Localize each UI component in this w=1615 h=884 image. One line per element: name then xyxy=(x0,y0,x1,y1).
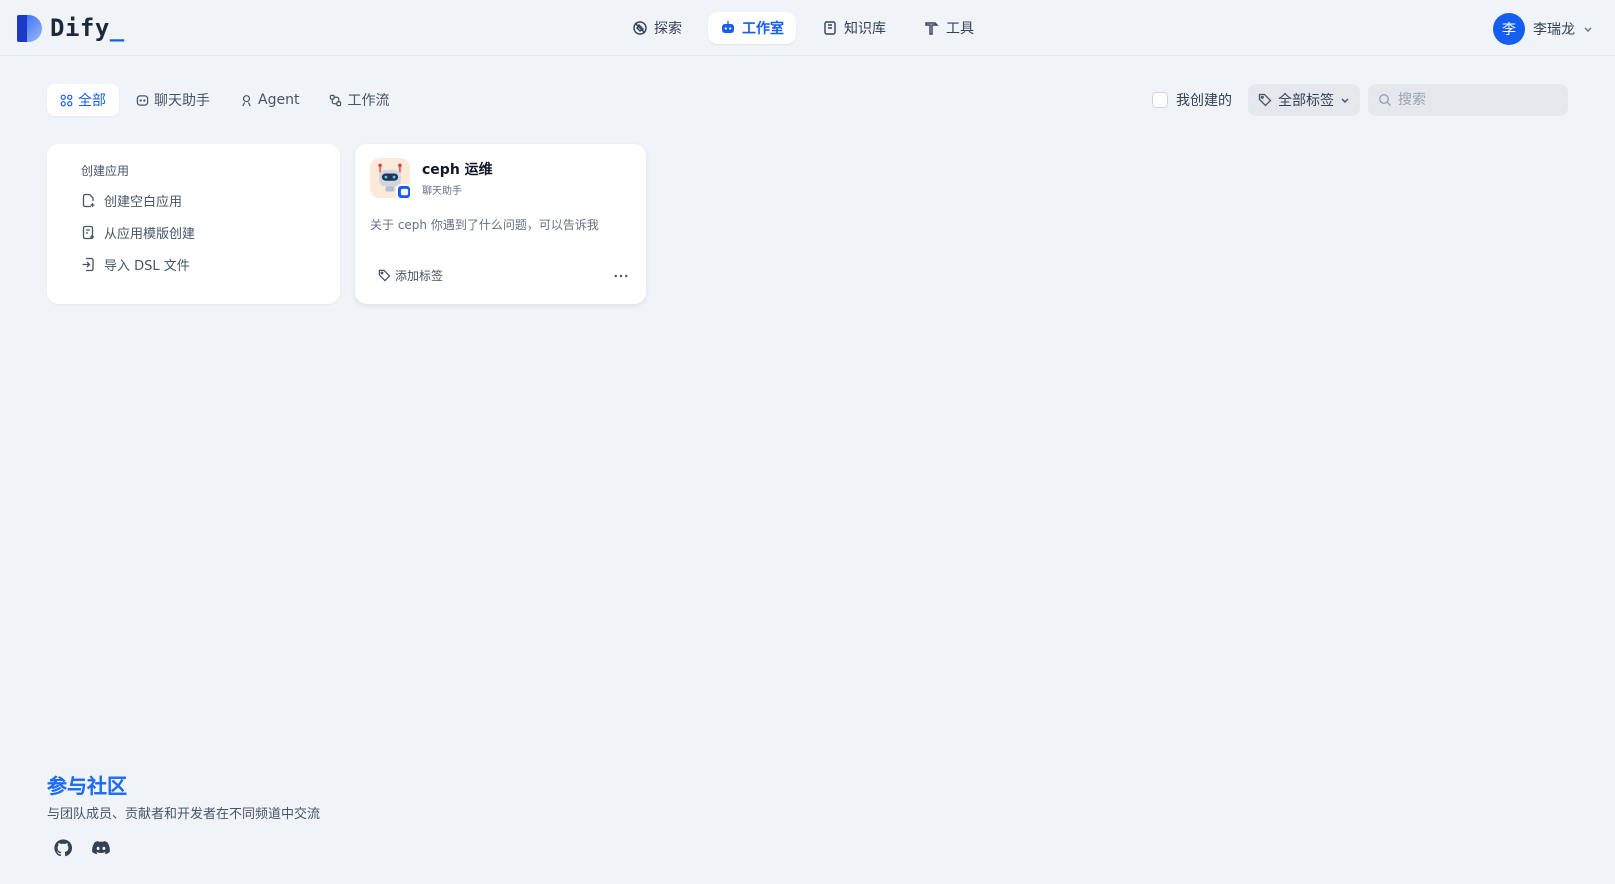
agent-icon xyxy=(242,94,251,106)
app-robot-icon xyxy=(370,158,412,200)
create-blank-app-button[interactable]: 创建空白应用 xyxy=(81,189,340,211)
tab-workflow[interactable]: 工作流 xyxy=(316,84,402,116)
chat-icon xyxy=(136,94,149,106)
add-tag-label: 添加标签 xyxy=(395,269,444,283)
nav-explore-label: 探索 xyxy=(654,21,682,37)
main-nav: 探索 工作室 知识库 工具 xyxy=(620,12,986,44)
search-box[interactable] xyxy=(1368,84,1568,116)
nav-tools[interactable]: 工具 xyxy=(912,12,986,44)
search-input[interactable] xyxy=(1398,92,1558,108)
chat-badge-icon xyxy=(396,184,412,200)
add-tag-button[interactable]: 添加标签 xyxy=(378,267,443,284)
chevron-down-icon xyxy=(1584,27,1592,32)
tag-filter-dropdown[interactable]: 全部标签 xyxy=(1248,84,1360,116)
tab-all[interactable]: 全部 xyxy=(47,84,119,116)
app-name: ceph 运维 xyxy=(422,162,493,178)
footer-title: 参与社区 xyxy=(47,770,320,799)
top-header: Dify_ 探索 工作室 知识库 工具 李 李瑞龙 xyxy=(0,0,1615,56)
create-blank-app-label: 创建空白应用 xyxy=(104,194,183,210)
create-from-template-label: 从应用模版创建 xyxy=(104,226,196,242)
import-dsl-label: 导入 DSL 文件 xyxy=(104,258,190,274)
tab-chat-assistant[interactable]: 聊天助手 xyxy=(123,84,223,116)
footer-subtitle: 与团队成员、贡献者和开发者在不同频道中交流 xyxy=(47,807,321,822)
footer-links xyxy=(53,838,320,858)
file-import-icon xyxy=(82,257,94,271)
nav-studio-label: 工作室 xyxy=(742,21,784,37)
nav-studio[interactable]: 工作室 xyxy=(708,12,796,44)
avatar: 李 xyxy=(1493,13,1525,45)
create-from-template-button[interactable]: 从应用模版创建 xyxy=(81,221,340,243)
app-type-tabs: 全部 聊天助手 Agent 工作流 xyxy=(47,84,402,116)
created-by-me-label: 我创建的 xyxy=(1176,93,1232,109)
created-by-me-filter[interactable]: 我创建的 xyxy=(1152,90,1232,110)
nav-explore[interactable]: 探索 xyxy=(620,12,694,44)
nav-tools-label: 工具 xyxy=(946,21,974,37)
tag-icon xyxy=(378,269,391,282)
explore-icon xyxy=(633,21,647,35)
create-app-title: 创建应用 xyxy=(81,164,130,178)
tag-icon xyxy=(1258,93,1272,107)
file-plus-icon xyxy=(82,193,95,207)
logo-text: Dify_ xyxy=(50,14,125,42)
app-type: 聊天助手 xyxy=(422,186,462,197)
filter-bar: 我创建的 全部标签 xyxy=(1152,84,1568,116)
nav-knowledge-label: 知识库 xyxy=(844,21,886,37)
app-card[interactable]: ceph 运维 聊天助手 关于 ceph 你遇到了什么问题，可以告诉我 添加标签 xyxy=(355,144,646,304)
workflow-icon xyxy=(330,94,342,106)
discord-icon[interactable] xyxy=(91,838,111,858)
community-footer: 参与社区 与团队成员、贡献者和开发者在不同频道中交流 xyxy=(47,770,320,858)
app-card-header: ceph 运维 聊天助手 xyxy=(370,158,631,200)
logo-mark-icon xyxy=(17,14,42,42)
hammer-icon xyxy=(925,22,939,35)
tab-all-label: 全部 xyxy=(78,93,106,109)
tab-workflow-label: 工作流 xyxy=(347,93,390,109)
app-description: 关于 ceph 你遇到了什么问题，可以告诉我 xyxy=(370,218,599,232)
file-template-icon xyxy=(82,225,94,239)
tag-filter-label: 全部标签 xyxy=(1278,93,1334,109)
nav-knowledge[interactable]: 知识库 xyxy=(810,12,898,44)
search-icon xyxy=(1378,93,1391,106)
user-name: 李瑞龙 xyxy=(1533,22,1575,38)
tab-chat-assistant-label: 聊天助手 xyxy=(154,93,210,109)
more-options-button[interactable] xyxy=(611,268,631,284)
grid-icon xyxy=(60,94,73,106)
created-by-me-checkbox[interactable] xyxy=(1152,92,1168,108)
robot-icon xyxy=(722,21,734,33)
book-icon xyxy=(824,21,836,35)
chevron-down-icon xyxy=(1341,98,1349,103)
create-app-card: 创建应用 创建空白应用 从应用模版创建 导入 DSL 文件 xyxy=(47,144,340,304)
app-card-footer: 添加标签 xyxy=(378,267,631,284)
more-horizontal-icon xyxy=(614,274,628,277)
tab-agent-label: Agent xyxy=(258,92,300,108)
dify-logo[interactable]: Dify_ xyxy=(17,14,125,42)
github-icon[interactable] xyxy=(53,838,73,858)
import-dsl-button[interactable]: 导入 DSL 文件 xyxy=(81,253,340,275)
tab-agent[interactable]: Agent xyxy=(227,84,312,116)
user-menu[interactable]: 李 李瑞龙 xyxy=(1493,13,1593,45)
